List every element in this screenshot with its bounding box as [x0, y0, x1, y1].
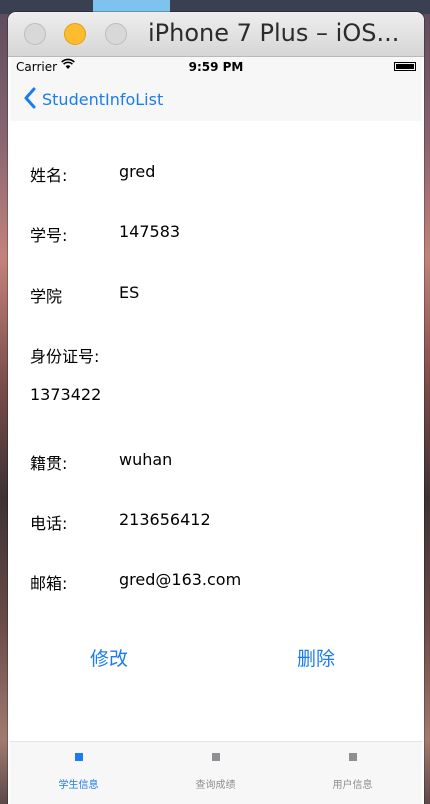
- student-detail-content: 姓名: gred 学号: 147583 学院 ES 身份证号: 1373422 …: [10, 121, 422, 741]
- tab-label: 学生信息: [58, 780, 99, 791]
- back-chevron-icon[interactable]: [23, 87, 37, 113]
- hometown-label: 籍贯:: [30, 454, 68, 473]
- college-value: ES: [119, 283, 140, 302]
- user-info-tab-icon: [349, 753, 357, 761]
- edit-button[interactable]: 修改: [90, 644, 128, 671]
- delete-button[interactable]: 删除: [297, 644, 335, 671]
- window-title: iPhone 7 Plus – iOS...: [148, 19, 400, 47]
- email-label: 邮箱:: [30, 574, 68, 593]
- phone-value: 213656412: [119, 510, 211, 529]
- desktop-wallpaper-highlight: [93, 0, 170, 12]
- back-button[interactable]: StudentInfoList: [42, 90, 163, 109]
- query-grades-tab-icon: [212, 753, 220, 761]
- tab-bar: 学生信息 查询成绩 用户信息: [10, 741, 422, 804]
- student-info-tab-icon: [75, 753, 83, 761]
- device-screen: Carrier 9:59 PM StudentInfoList 姓名: gred…: [10, 57, 422, 804]
- id-card-label: 身份证号:: [30, 347, 100, 366]
- email-value: gred@163.com: [119, 570, 242, 589]
- navigation-bar: StudentInfoList: [10, 77, 422, 121]
- hometown-value: wuhan: [119, 450, 173, 469]
- window-minimize-button[interactable]: [64, 23, 86, 45]
- id-card-value: 1373422: [30, 385, 102, 404]
- tab-query-grades[interactable]: 查询成绩: [147, 742, 284, 804]
- status-time: 9:59 PM: [188, 60, 244, 74]
- phone-label: 电话:: [30, 514, 68, 533]
- battery-icon: [394, 62, 416, 71]
- tab-user-info[interactable]: 用户信息: [284, 742, 421, 804]
- window-titlebar[interactable]: iPhone 7 Plus – iOS...: [8, 12, 424, 57]
- simulator-window: iPhone 7 Plus – iOS... Carrier 9:59 PM S…: [8, 12, 424, 804]
- window-maximize-button[interactable]: [105, 23, 127, 45]
- name-label: 姓名:: [30, 166, 68, 185]
- college-label: 学院: [30, 287, 63, 306]
- tab-label: 查询成绩: [195, 780, 236, 791]
- student-id-label: 学号:: [30, 226, 68, 245]
- name-value: gred: [119, 162, 156, 181]
- tab-label: 用户信息: [332, 780, 373, 791]
- window-close-button[interactable]: [24, 23, 46, 45]
- status-bar: Carrier 9:59 PM: [10, 57, 422, 77]
- student-id-value: 147583: [119, 222, 181, 241]
- tab-student-info[interactable]: 学生信息: [10, 742, 147, 804]
